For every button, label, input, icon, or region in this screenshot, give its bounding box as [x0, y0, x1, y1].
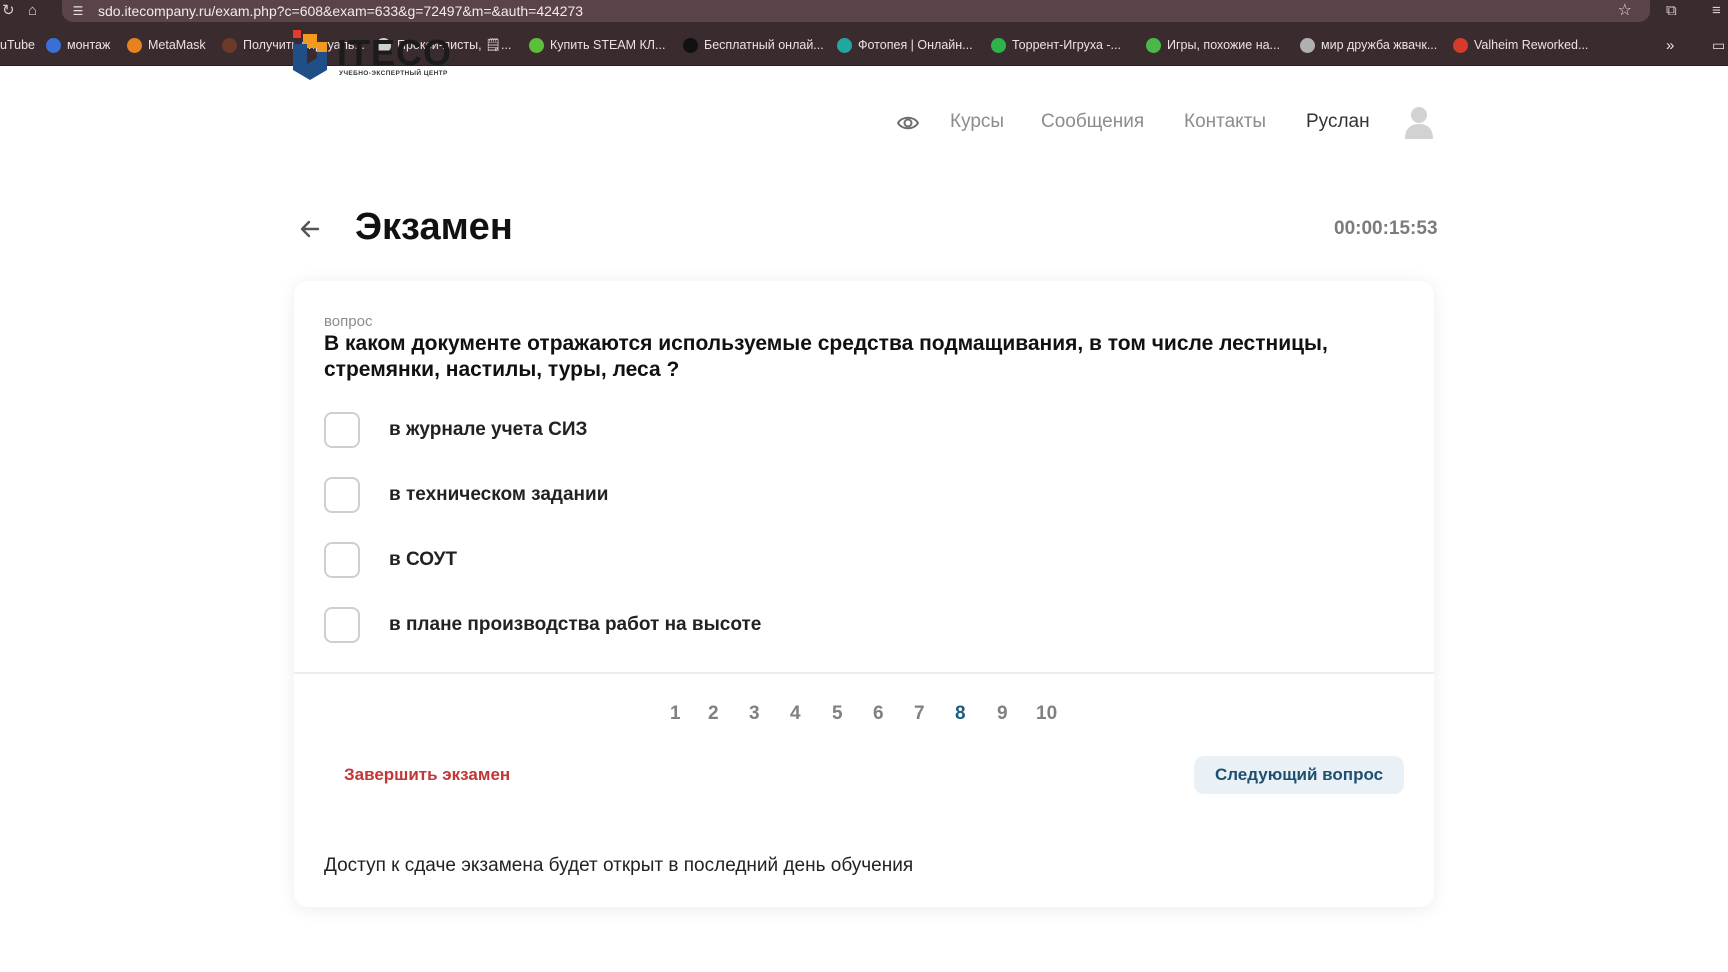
answer-checkbox[interactable] [324, 542, 360, 578]
answer-checkbox[interactable] [324, 607, 360, 643]
folder-icon[interactable]: ▭ [1712, 34, 1725, 56]
iteco-logo[interactable]: ITECO УЧЕБНО-ЭКСПЕРТНЫЙ ЦЕНТР [293, 30, 451, 82]
answer-checkbox[interactable] [324, 412, 360, 448]
question-card: вопрос В каком документе отражаются испо… [294, 281, 1434, 907]
page-number[interactable]: 2 [708, 703, 719, 725]
page-number[interactable]: 10 [1036, 703, 1057, 725]
bookmark-item[interactable]: Бесплатный онлай... [683, 34, 824, 56]
answer-option[interactable]: в техническом задании [324, 477, 1224, 513]
bookmark-favicon-icon [1300, 37, 1315, 53]
answer-label: в журнале учета СИЗ [389, 419, 588, 440]
bookmark-favicon-icon [837, 37, 852, 53]
bookmark-label: Бесплатный онлай... [704, 38, 824, 52]
page-number[interactable]: 5 [832, 703, 843, 725]
back-arrow-icon[interactable] [298, 217, 322, 241]
page-number[interactable]: 6 [873, 703, 884, 725]
nav-contacts-link[interactable]: Контакты [1184, 111, 1266, 133]
extensions-icon[interactable]: ⧉ [1666, 0, 1677, 22]
bookmark-favicon-icon [683, 37, 698, 53]
answer-checkbox[interactable] [324, 477, 360, 513]
bookmark-favicon-icon [529, 37, 544, 53]
question-pagination: 1 2 3 4 5 6 7 8 9 10 [294, 703, 1434, 733]
page-number[interactable]: 7 [914, 703, 925, 725]
card-divider [294, 672, 1434, 674]
answer-option[interactable]: в плане производства работ на высоте [324, 607, 1224, 643]
bookmark-label: Купить STEAM КЛ... [550, 38, 666, 52]
menu-icon[interactable]: ≡ [1712, 0, 1721, 22]
next-question-button[interactable]: Следующий вопрос [1194, 756, 1404, 794]
bookmark-item[interactable]: монтаж [46, 34, 110, 56]
more-bookmarks-icon[interactable]: » [1666, 34, 1674, 56]
answer-label: в техническом задании [389, 484, 609, 505]
answer-label: в плане производства работ на высоте [389, 614, 762, 635]
nav-user-name[interactable]: Руслан [1306, 111, 1370, 133]
address-bar-row: ↻ ⌂ ☰ sdo.itecompany.ru/exam.php?c=608&e… [0, 0, 1728, 24]
bookmark-favicon-icon [991, 37, 1006, 53]
bookmark-label: монтаж [67, 38, 111, 52]
bookmark-label: Фотопея | Онлайн... [858, 38, 973, 52]
bookmark-item[interactable]: Фотопея | Онлайн... [837, 34, 973, 56]
bookmark-item[interactable]: Купить STEAM КЛ... [529, 34, 665, 56]
question-text: В каком документе отражаются используемы… [324, 332, 1328, 381]
bookmark-label: мир дружба жвачк... [1321, 38, 1438, 52]
bookmark-label: MetaMask [148, 38, 206, 52]
bookmark-item[interactable]: мир дружба жвачк... [1300, 34, 1437, 56]
metamask-fox-icon [127, 37, 142, 53]
bookmark-label: uTube [0, 38, 35, 52]
reload-icon[interactable]: ↻ [2, 0, 15, 22]
page-number[interactable]: 4 [790, 703, 801, 725]
nav-messages-link[interactable]: Сообщения [1041, 111, 1144, 133]
nav-courses-link[interactable]: Курсы [950, 111, 1004, 133]
bookmark-label: Valheim Reworked... [1474, 38, 1589, 52]
bookmark-item[interactable]: Торрент-Игруха -... [991, 34, 1121, 56]
access-notice: Доступ к сдаче экзамена будет открыт в п… [324, 855, 914, 876]
bookmark-favicon-icon [46, 37, 61, 53]
bookmark-item[interactable]: uTube [0, 34, 35, 56]
bookmark-favicon-icon [222, 37, 237, 53]
question-label: вопрос [324, 313, 373, 330]
site-info-icon[interactable]: ☰ [70, 3, 86, 19]
address-bar[interactable]: ☰ sdo.itecompany.ru/exam.php?c=608&exam=… [62, 0, 1650, 22]
logo-subtitle: УЧЕБНО-ЭКСПЕРТНЫЙ ЦЕНТР [339, 70, 448, 77]
bookmark-favicon-icon [1146, 37, 1161, 53]
page-number[interactable]: 9 [997, 703, 1008, 725]
bookmarks-bar: uTube монтаж MetaMask Получить виртуаль.… [0, 24, 1728, 66]
browser-chrome: ↻ ⌂ ☰ sdo.itecompany.ru/exam.php?c=608&e… [0, 0, 1728, 66]
eye-icon[interactable] [897, 112, 919, 134]
exam-timer: 00:00:15:53 [1334, 218, 1438, 239]
answer-option[interactable]: в СОУТ [324, 542, 1224, 578]
page-number[interactable]: 3 [749, 703, 760, 725]
bookmark-star-icon[interactable]: ☆ [1618, 0, 1632, 22]
home-icon[interactable]: ⌂ [28, 0, 37, 22]
logo-text: ITECO [337, 32, 453, 73]
logo-mark-icon [293, 30, 327, 80]
answer-option[interactable]: в журнале учета СИЗ [324, 412, 1224, 448]
url-text[interactable]: sdo.itecompany.ru/exam.php?c=608&exam=63… [98, 1, 583, 21]
bookmark-label: Игры, похожие на... [1167, 38, 1280, 52]
avatar-icon[interactable] [1404, 105, 1434, 139]
bookmark-favicon-icon [1453, 37, 1468, 53]
bookmark-label: Торрент-Игруха -... [1012, 38, 1121, 52]
bookmark-item[interactable]: Valheim Reworked... [1453, 34, 1588, 56]
bookmark-item[interactable]: Игры, похожие на... [1146, 34, 1280, 56]
answer-label: в СОУТ [389, 549, 457, 570]
bookmark-item[interactable]: MetaMask [127, 34, 206, 56]
page-number-current[interactable]: 8 [955, 703, 966, 725]
finish-exam-link[interactable]: Завершить экзамен [344, 765, 510, 785]
page-number[interactable]: 1 [670, 703, 681, 725]
page-title: Экзамен [355, 206, 513, 248]
